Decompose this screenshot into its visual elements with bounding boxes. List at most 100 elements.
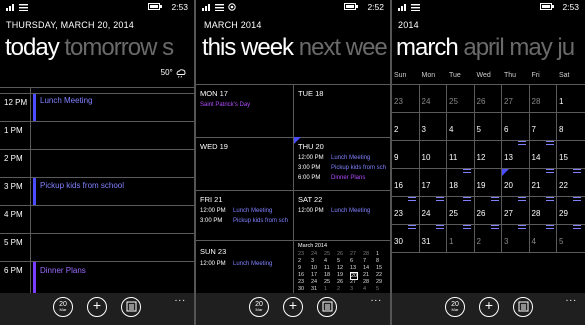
pivot-today[interactable]: today [5, 34, 60, 61]
month-day-cell[interactable]: 1 [449, 237, 453, 246]
month-day-cell[interactable]: 3 [504, 237, 508, 246]
more-options-button[interactable]: ... [175, 293, 186, 304]
mini-day[interactable]: 13 [350, 265, 356, 271]
mini-day[interactable]: 16 [298, 272, 304, 278]
month-day-cell[interactable]: 16 [394, 181, 403, 190]
month-day-cell[interactable]: 27 [504, 97, 513, 106]
mini-day[interactable]: 28 [363, 251, 369, 257]
event-lunch-meeting[interactable]: Lunch Meeting [40, 96, 92, 105]
month-day-cell[interactable]: 12 [477, 153, 486, 162]
mini-day[interactable]: 4 [363, 286, 366, 292]
today-button[interactable]: 20 Mar [445, 297, 465, 317]
month-day-cell[interactable]: 4 [532, 237, 536, 246]
month-day-cell[interactable]: 17 [422, 181, 431, 190]
month-day-cell[interactable]: 30 [394, 237, 403, 246]
mini-day[interactable]: 1 [376, 251, 379, 257]
mini-day[interactable]: 3 [350, 286, 353, 292]
mini-day[interactable]: 12 [337, 265, 343, 271]
pivot-tomorrow[interactable]: tomorrow [64, 34, 157, 61]
pivot-march[interactable]: march [396, 34, 459, 61]
mini-day[interactable]: 1 [324, 286, 327, 292]
month-day-cell[interactable]: 27 [504, 209, 513, 218]
month-day-cell[interactable]: 24 [422, 209, 431, 218]
add-button[interactable]: + [283, 297, 303, 317]
month-day-cell[interactable]: 25 [449, 97, 458, 106]
today-button[interactable]: 20 Mar [249, 297, 269, 317]
mini-day[interactable]: 22 [376, 272, 382, 278]
month-day-cell[interactable]: 11 [449, 153, 457, 162]
week-event[interactable]: 12:00 PM Lunch Meeting [298, 155, 370, 161]
month-day-cell[interactable]: 7 [532, 125, 536, 134]
mini-day[interactable]: 28 [363, 279, 369, 285]
month-day-cell[interactable]: 15 [559, 153, 568, 162]
mini-day[interactable]: 3 [311, 258, 314, 264]
mini-day[interactable]: 26 [337, 279, 343, 285]
pivot-june[interactable]: ju [557, 34, 575, 61]
event-dinner-plans[interactable]: Dinner Plans [40, 266, 86, 275]
mini-day[interactable]: 2 [298, 258, 301, 264]
mini-day[interactable]: 23 [298, 279, 304, 285]
month-day-cell[interactable]: 9 [394, 153, 398, 162]
pivot-april[interactable]: april [463, 34, 504, 61]
month-day-cell[interactable]: 25 [449, 209, 458, 218]
month-day-cell[interactable]: 4 [449, 125, 453, 134]
month-day-cell[interactable]: 26 [477, 97, 486, 106]
tasks-button[interactable] [121, 297, 141, 317]
month-day-cell[interactable]: 28 [532, 97, 541, 106]
pivot-next-week[interactable]: next wee [299, 34, 388, 61]
week-event[interactable]: 12:00 PM Lunch Meeting [298, 208, 370, 214]
pivot-this-week[interactable]: this week [202, 34, 294, 61]
mini-day[interactable]: 11 [324, 265, 330, 271]
mini-day[interactable]: 30 [298, 286, 304, 292]
mini-day[interactable]: 19 [337, 272, 343, 278]
month-day-cell[interactable]: 2 [477, 237, 481, 246]
week-event[interactable]: 3:00 PM Pickup kids from sch [200, 218, 288, 224]
day-cell-thu[interactable]: THU 20 12:00 PM Lunch Meeting 3:00 PM Pick… [294, 137, 390, 190]
mini-day[interactable]: 5 [337, 258, 340, 264]
week-event[interactable]: 12:00 PM Lunch Meeting [200, 208, 272, 214]
mini-day[interactable]: 14 [363, 265, 369, 271]
mini-day[interactable]: 25 [324, 251, 330, 257]
mini-day[interactable]: 9 [298, 265, 301, 271]
mini-day[interactable]: 21 [363, 272, 369, 278]
mini-day[interactable]: 24 [311, 251, 317, 257]
mini-day[interactable]: 24 [311, 279, 317, 285]
mini-day[interactable]: 29 [376, 279, 382, 285]
month-day-cell[interactable]: 13 [504, 153, 513, 162]
more-options-button[interactable]: ... [566, 293, 577, 304]
day-cell-wed[interactable]: WED 19 [196, 137, 293, 190]
month-day-cell[interactable]: 5 [477, 125, 481, 134]
month-day-cell[interactable]: 31 [422, 237, 431, 246]
mini-day[interactable]: 6 [350, 258, 353, 264]
add-button[interactable]: + [87, 297, 107, 317]
mini-day[interactable]: 26 [337, 251, 343, 257]
mini-day[interactable]: 15 [376, 265, 382, 271]
mini-day[interactable]: 17 [311, 272, 317, 278]
month-day-cell[interactable]: 29 [559, 209, 568, 218]
mini-day[interactable]: 7 [363, 258, 366, 264]
month-day-cell[interactable]: 10 [422, 153, 431, 162]
day-cell-fri[interactable]: FRI 21 12:00 PM Lunch Meeting 3:00 PM Pick… [196, 190, 293, 240]
tasks-button[interactable] [317, 297, 337, 317]
month-day-cell[interactable]: 23 [394, 209, 403, 218]
mini-day[interactable]: 4 [324, 258, 327, 264]
week-event[interactable]: 3:00 PM Pickup kids from sch [298, 165, 386, 171]
month-day-cell[interactable]: 23 [394, 97, 403, 106]
week-event[interactable]: 12:00 PM Lunch Meeting [200, 261, 272, 267]
month-day-cell[interactable]: 19 [477, 181, 486, 190]
month-day-cell[interactable]: 22 [559, 181, 568, 190]
mini-day[interactable]: 27 [350, 251, 356, 257]
pivot-may[interactable]: may [509, 34, 552, 61]
mini-day[interactable]: 27 [350, 279, 356, 285]
month-day-cell[interactable]: 26 [477, 209, 486, 218]
mini-calendar[interactable]: March 2014 23 24 25 26 27 28 1 2 3 4 5 6 7 8 9 10 11 12 13… [296, 243, 388, 293]
month-day-cell[interactable]: 8 [559, 125, 563, 134]
month-day-cell[interactable]: 21 [532, 181, 541, 190]
mini-day[interactable]: 18 [324, 272, 330, 278]
month-day-cell[interactable]: 18 [449, 181, 458, 190]
today-button[interactable]: 20 Mar [53, 297, 73, 317]
pivot-next[interactable]: s [162, 34, 174, 61]
mini-day[interactable]: 5 [376, 286, 379, 292]
day-cell-sun[interactable]: SUN 23 12:00 PM Lunch Meeting [196, 240, 293, 293]
mini-day[interactable]: 2 [337, 286, 340, 292]
